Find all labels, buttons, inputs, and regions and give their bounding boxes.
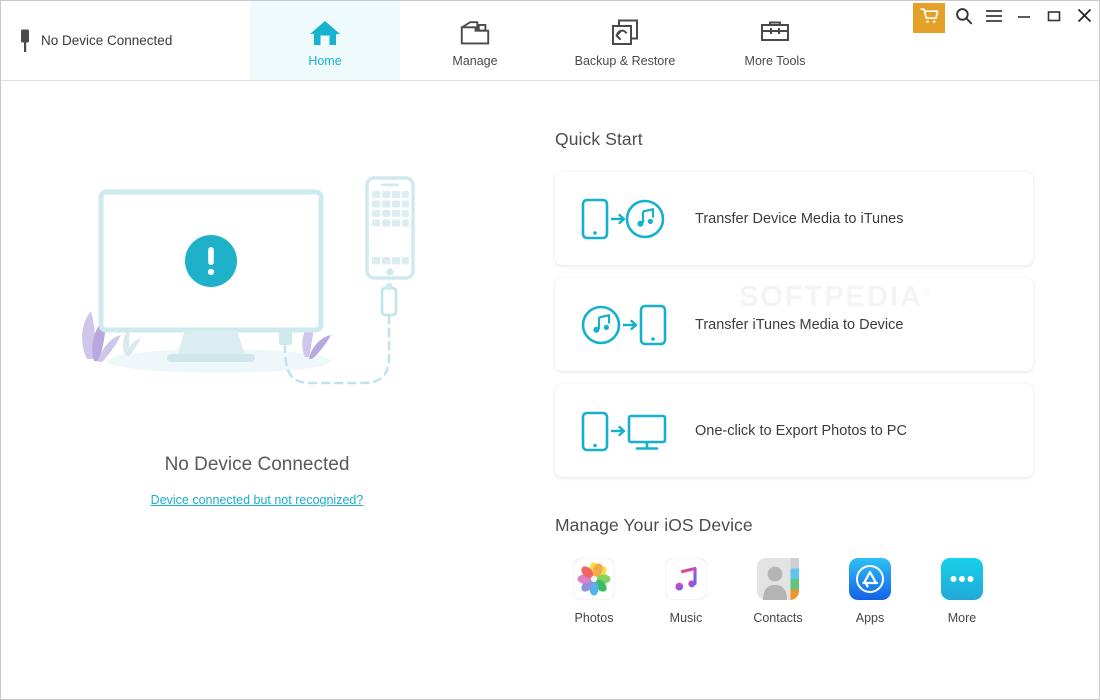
toolbox-icon — [758, 18, 792, 48]
photos-app-icon — [573, 558, 615, 600]
tab-more-tools[interactable]: More Tools — [700, 1, 850, 80]
manage-item-label: More — [947, 611, 977, 625]
close-button[interactable] — [1069, 3, 1099, 33]
search-button[interactable] — [949, 3, 979, 33]
quick-start-card-device-to-itunes[interactable]: Transfer Device Media to iTunes — [555, 172, 1033, 265]
tab-home[interactable]: Home — [250, 1, 400, 80]
manage-item-label: Photos — [574, 611, 614, 625]
more-app-icon — [941, 558, 983, 600]
hamburger-menu-icon — [985, 8, 1003, 29]
shopping-cart-icon — [919, 7, 939, 30]
device-not-recognized-link[interactable]: Device connected but not recognized? — [151, 493, 364, 507]
application-window: No Device Connected Home Manage Backup &… — [0, 0, 1100, 700]
maximize-icon — [1046, 8, 1062, 29]
manage-item-apps[interactable]: Apps — [849, 558, 891, 625]
tab-backup-restore-label: Backup & Restore — [574, 53, 676, 68]
tab-backup-restore[interactable]: Backup & Restore — [550, 1, 700, 80]
shopping-cart-button[interactable] — [913, 3, 945, 33]
quick-start-label: One-click to Export Photos to PC — [695, 422, 907, 439]
close-icon — [1076, 7, 1093, 29]
window-controls — [913, 1, 1099, 35]
music-app-icon — [665, 558, 707, 600]
main-tabs: Home Manage Backup & Restore More Tools — [250, 1, 850, 80]
quick-start-card-export-photos[interactable]: One-click to Export Photos to PC — [555, 384, 1033, 477]
quick-start-title: Quick Start — [555, 129, 643, 149]
device-panel: No Device Connected Device connected but… — [1, 81, 513, 699]
manage-item-more[interactable]: More — [941, 558, 983, 625]
tab-manage-label: Manage — [452, 53, 498, 68]
tab-home-label: Home — [308, 53, 342, 68]
top-navigation-bar: No Device Connected Home Manage Backup &… — [1, 1, 1099, 81]
quick-start-label: Transfer iTunes Media to Device — [695, 316, 904, 333]
manage-device-title: Manage Your iOS Device — [555, 515, 753, 535]
itunes-to-device-icon — [581, 303, 669, 347]
maximize-button[interactable] — [1039, 3, 1069, 33]
manage-item-music[interactable]: Music — [665, 558, 707, 625]
minimize-icon — [1016, 8, 1032, 29]
device-status-label: No Device Connected — [41, 33, 173, 48]
connector-plug-icon — [18, 29, 32, 53]
tab-manage[interactable]: Manage — [400, 1, 550, 80]
tab-more-tools-label: More Tools — [744, 53, 806, 68]
folder-icon — [458, 18, 492, 48]
no-device-illustration — [67, 169, 447, 394]
appstore-app-icon — [849, 558, 891, 600]
manage-item-label: Apps — [855, 611, 885, 625]
quick-start-card-itunes-to-device[interactable]: Transfer iTunes Media to Device — [555, 278, 1033, 371]
backup-restore-icon — [608, 18, 642, 48]
main-content: No Device Connected Device connected but… — [1, 81, 1099, 699]
manage-device-grid: Photos Music Contacts Apps More — [555, 558, 1033, 625]
device-status: No Device Connected — [1, 1, 250, 80]
search-icon — [955, 7, 973, 30]
home-icon — [308, 18, 342, 48]
manage-item-label: Music — [669, 611, 703, 625]
manage-item-contacts[interactable]: Contacts — [753, 558, 803, 625]
device-to-itunes-icon — [581, 197, 669, 241]
quick-start-label: Transfer Device Media to iTunes — [695, 210, 904, 227]
manage-item-label: Contacts — [753, 611, 803, 625]
minimize-button[interactable] — [1009, 3, 1039, 33]
contacts-app-icon — [757, 558, 799, 600]
manage-item-photos[interactable]: Photos — [573, 558, 615, 625]
no-device-title: No Device Connected — [164, 454, 350, 475]
quick-start-cards: Transfer Device Media to iTunes Transfer… — [555, 172, 1033, 477]
device-to-pc-icon — [581, 409, 669, 453]
menu-button[interactable] — [979, 3, 1009, 33]
quick-start-panel: Quick Start Transfer Device Media to iTu… — [513, 81, 1099, 699]
